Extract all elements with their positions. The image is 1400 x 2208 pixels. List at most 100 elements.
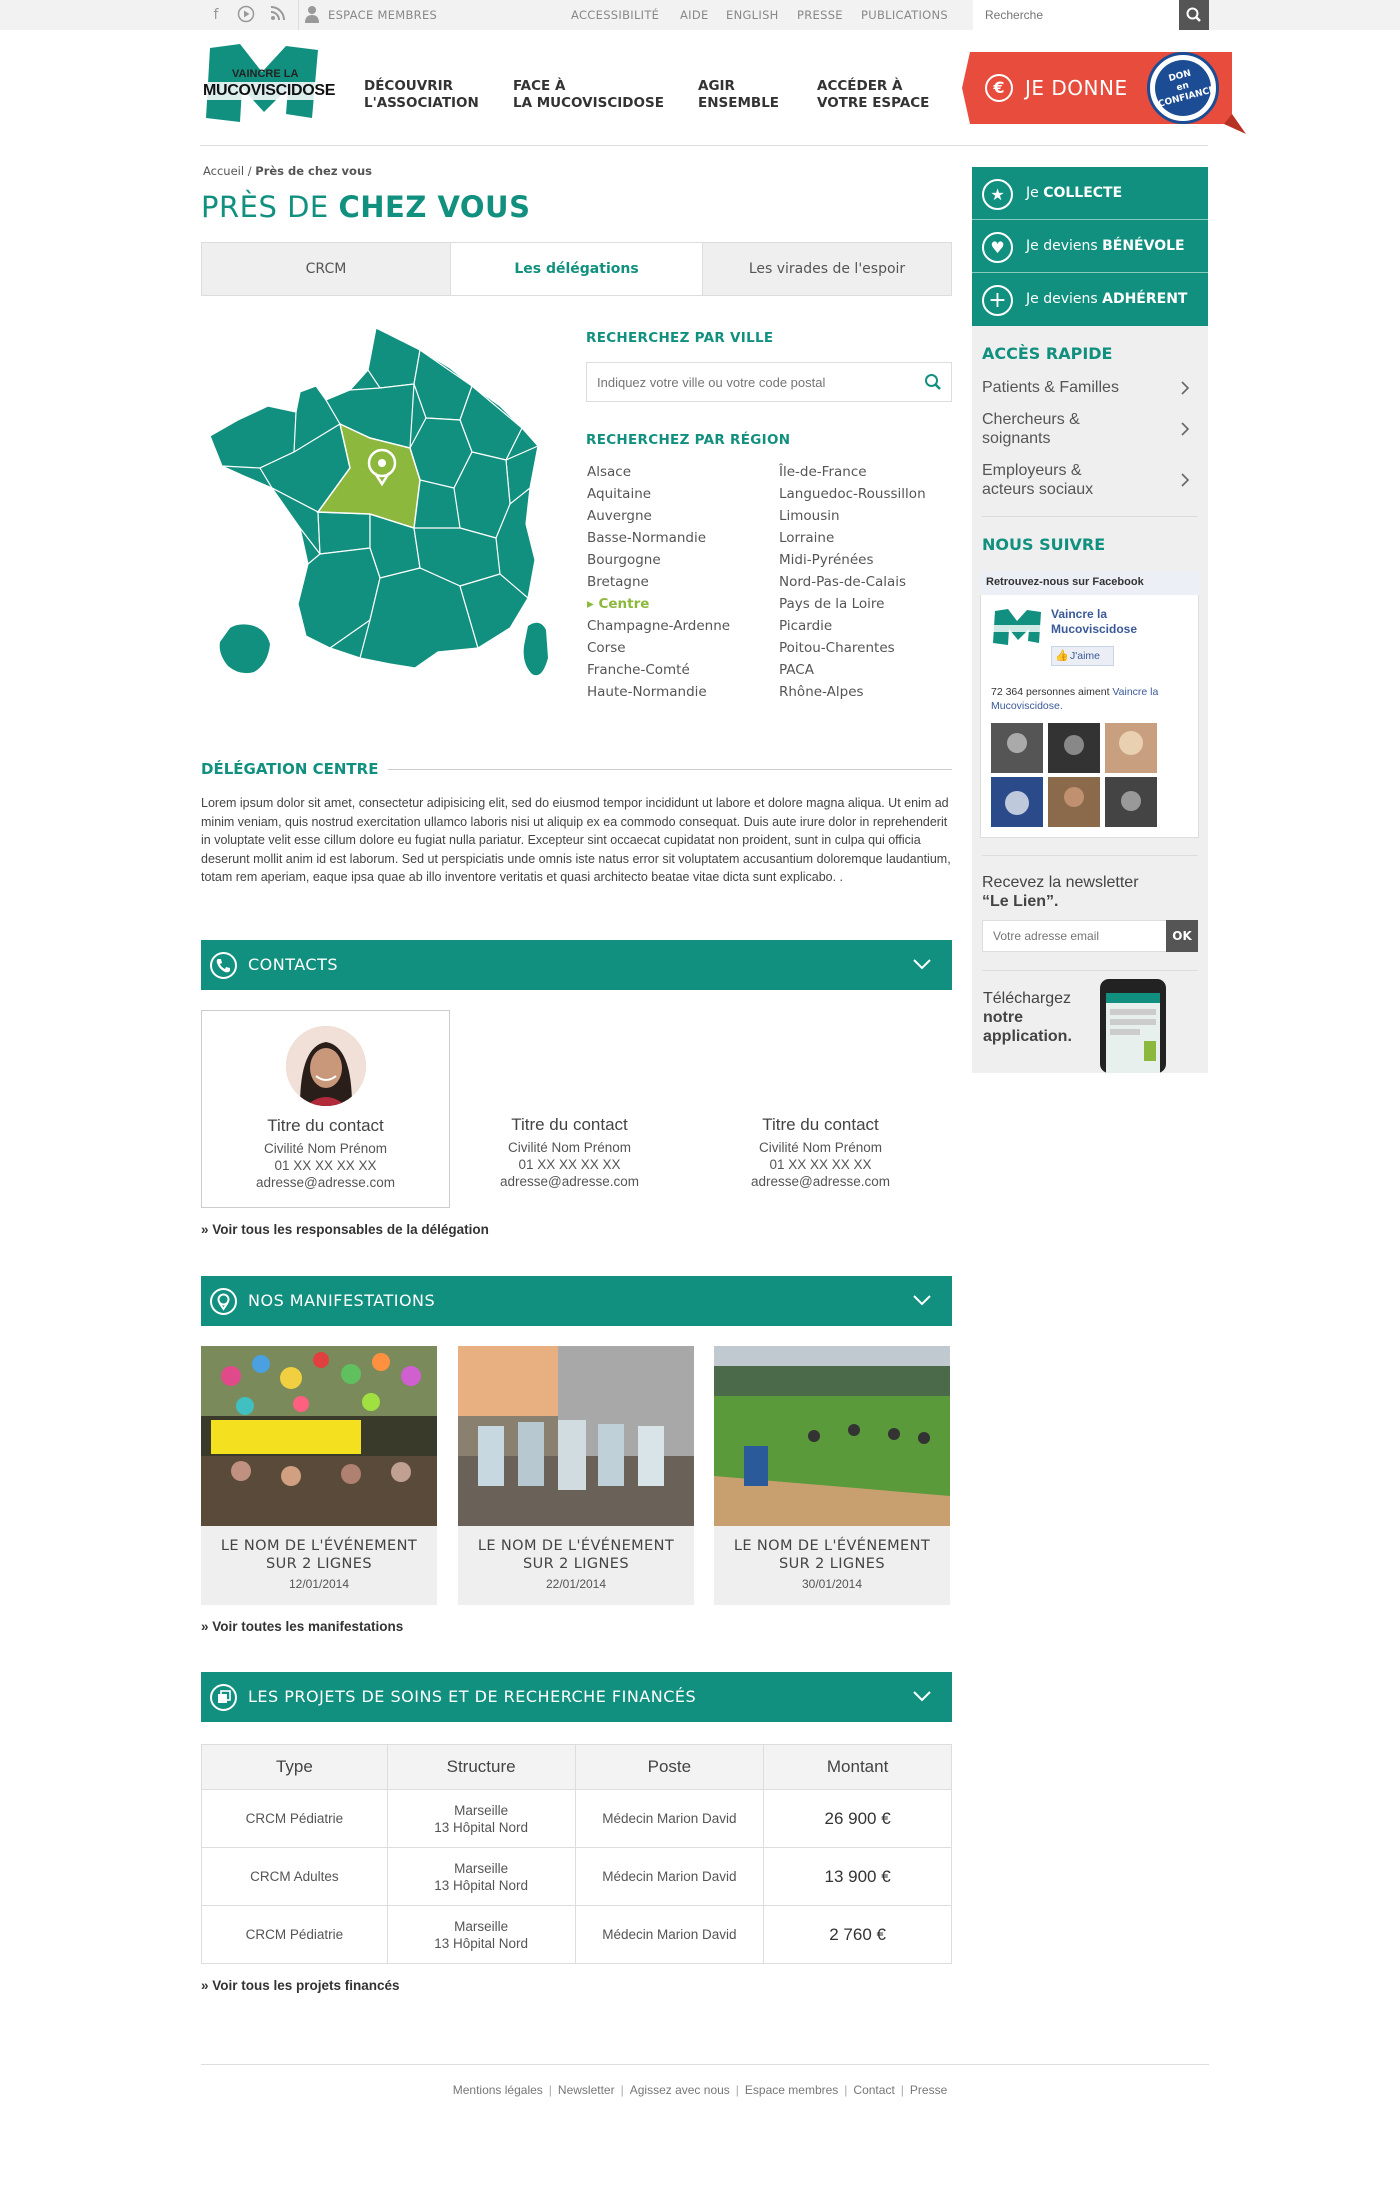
press-link[interactable]: PRESSE bbox=[797, 8, 843, 22]
region-link[interactable]: Champagne-Ardenne bbox=[587, 618, 730, 634]
newsletter-box bbox=[982, 920, 1168, 952]
quick-link-researchers[interactable]: Chercheurs & soignants bbox=[982, 410, 1198, 448]
projects-accordion[interactable]: LES PROJETS DE SOINS ET DE RECHERCHE FIN… bbox=[201, 1672, 952, 1722]
search-region-label: RECHERCHEZ PAR RÉGION bbox=[586, 432, 791, 448]
quick-link-patients[interactable]: Patients & Familles bbox=[982, 378, 1198, 398]
header-divider bbox=[200, 145, 1208, 146]
top-utility-bar: f ESPACE MEMBRES ACCESSIBILITÉ AIDE ENGL… bbox=[0, 0, 1400, 30]
facebook-icon[interactable]: f bbox=[206, 5, 226, 25]
contacts-label: CONTACTS bbox=[248, 955, 339, 974]
region-link[interactable]: Basse-Normandie bbox=[587, 530, 706, 546]
nav-discover[interactable]: DÉCOUVRIR L'ASSOCIATION bbox=[364, 78, 479, 112]
facebook-like-button[interactable]: 👍 J'aime bbox=[1051, 646, 1114, 666]
region-link[interactable]: Rhône-Alpes bbox=[779, 684, 864, 700]
region-link[interactable]: Franche-Comté bbox=[587, 662, 690, 678]
region-link[interactable]: Corse bbox=[587, 640, 626, 656]
logo-text-bottom: MUCOVISCIDOSE bbox=[202, 82, 337, 100]
publications-link[interactable]: PUBLICATIONS bbox=[861, 8, 948, 22]
help-link[interactable]: AIDE bbox=[680, 8, 709, 22]
facebook-page-name[interactable]: Vaincre la Mucoviscidose bbox=[1051, 607, 1137, 637]
all-projects-link[interactable]: » Voir tous les projets financés bbox=[201, 1978, 400, 1993]
tab-delegations[interactable]: Les délégations bbox=[450, 242, 703, 296]
all-events-link[interactable]: » Voir toutes les manifestations bbox=[201, 1619, 403, 1634]
nav-access-space[interactable]: ACCÉDER À VOTRE ESPACE bbox=[817, 78, 929, 112]
region-link[interactable]: Pays de la Loire bbox=[779, 596, 884, 612]
member-button[interactable]: + Je deviens ADHÉRENT bbox=[972, 273, 1208, 326]
region-link[interactable]: Bretagne bbox=[587, 574, 649, 590]
region-link[interactable]: Haute-Normandie bbox=[587, 684, 707, 700]
column-header: Poste bbox=[574, 1744, 765, 1790]
don-en-confiance-badge: DON en CONFIANCE bbox=[1147, 52, 1219, 124]
donate-button[interactable]: € JE DONNE DON en CONFIANCE bbox=[962, 52, 1246, 134]
column-header: Type bbox=[201, 1744, 388, 1790]
city-search-box bbox=[586, 362, 952, 402]
cell-type: CRCM Pédiatrie bbox=[201, 1905, 388, 1964]
event-card[interactable]: LE NOM DE L'ÉVÉNEMENT SUR 2 LIGNES 12/01… bbox=[201, 1346, 437, 1605]
thumbs-up-icon: 👍 bbox=[1055, 650, 1069, 662]
footer-link[interactable]: Espace membres bbox=[745, 2083, 838, 2097]
english-link[interactable]: ENGLISH bbox=[726, 8, 779, 22]
all-contacts-link[interactable]: » Voir tous les responsables de la délég… bbox=[201, 1222, 489, 1237]
city-search-input[interactable] bbox=[587, 363, 907, 401]
region-link[interactable]: Lorraine bbox=[779, 530, 834, 546]
region-link[interactable]: Midi-Pyrénées bbox=[779, 552, 873, 568]
footer-link[interactable]: Presse bbox=[910, 2083, 947, 2097]
footer-link[interactable]: Agissez avec nous bbox=[630, 2083, 730, 2097]
nav-act[interactable]: AGIR ENSEMBLE bbox=[698, 78, 779, 112]
tab-crcm[interactable]: CRCM bbox=[201, 242, 451, 296]
chevron-right-icon bbox=[1181, 381, 1190, 395]
region-link[interactable]: Alsace bbox=[587, 464, 631, 480]
region-link[interactable]: Limousin bbox=[779, 508, 840, 524]
tab-virades[interactable]: Les virades de l'espoir bbox=[702, 242, 952, 296]
contact-card: Titre du contact Civilité Nom Prénom 01 … bbox=[696, 1010, 945, 1208]
region-link[interactable]: Aquitaine bbox=[587, 486, 651, 502]
table-row: CRCM Adultes Marseille 13 Hôpital Nord Méde… bbox=[201, 1847, 952, 1906]
region-link[interactable]: Nord-Pas-de-Calais bbox=[779, 574, 906, 590]
newsletter-submit-button[interactable]: OK bbox=[1166, 920, 1198, 952]
events-accordion[interactable]: NOS MANIFESTATIONS bbox=[201, 1276, 952, 1326]
region-link[interactable]: Languedoc-Roussillon bbox=[779, 486, 926, 502]
facebook-like-count: 72 364 personnes aiment Vaincre la Mucov… bbox=[991, 686, 1159, 712]
facebook-page-logo[interactable] bbox=[991, 609, 1044, 647]
contact-email[interactable]: adresse@adresse.com bbox=[445, 1174, 694, 1189]
france-map[interactable] bbox=[209, 327, 555, 698]
region-link[interactable]: PACA bbox=[779, 662, 814, 678]
facebook-fan-photos[interactable] bbox=[991, 723, 1157, 827]
newsletter-email-input[interactable] bbox=[983, 921, 1163, 951]
region-link[interactable]: Auvergne bbox=[587, 508, 652, 524]
footer-link[interactable]: Mentions légales bbox=[453, 2083, 543, 2097]
footer-link[interactable]: Newsletter bbox=[558, 2083, 615, 2097]
top-search-input[interactable] bbox=[973, 0, 1153, 30]
volunteer-button[interactable]: ♥ Je deviens BÉNÉVOLE bbox=[972, 220, 1208, 273]
footer-link[interactable]: Contact bbox=[853, 2083, 894, 2097]
user-icon[interactable] bbox=[302, 5, 322, 25]
smartphone-app-image[interactable] bbox=[1098, 979, 1168, 1073]
region-link[interactable]: Bourgogne bbox=[587, 552, 661, 568]
site-logo[interactable]: VAINCRE LA MUCOVISCIDOSE bbox=[200, 44, 337, 126]
cell-structure: Marseille 13 Hôpital Nord bbox=[386, 1905, 576, 1964]
contacts-accordion[interactable]: CONTACTS bbox=[201, 940, 952, 990]
collect-button[interactable]: ★ Je COLLECTE bbox=[972, 167, 1208, 220]
breadcrumb-home[interactable]: Accueil bbox=[203, 164, 244, 178]
chevron-right-icon bbox=[1181, 422, 1190, 436]
accessibility-link[interactable]: ACCESSIBILITÉ bbox=[571, 8, 659, 22]
contact-email[interactable]: adresse@adresse.com bbox=[202, 1175, 449, 1190]
column-header: Montant bbox=[763, 1744, 952, 1790]
app-download-title[interactable]: Téléchargez notre application. bbox=[983, 989, 1072, 1046]
region-link[interactable]: Île-de-France bbox=[779, 464, 867, 480]
region-link[interactable]: ▸ Centre bbox=[587, 596, 649, 612]
event-card[interactable]: LE NOM DE L'ÉVÉNEMENT SUR 2 LIGNES 30/01… bbox=[714, 1346, 950, 1605]
play-icon[interactable] bbox=[236, 5, 256, 25]
top-search-button[interactable] bbox=[1179, 0, 1209, 30]
search-icon[interactable] bbox=[923, 372, 943, 392]
members-area-link[interactable]: ESPACE MEMBRES bbox=[328, 8, 437, 22]
region-link[interactable]: Picardie bbox=[779, 618, 832, 634]
event-card[interactable]: LE NOM DE L'ÉVÉNEMENT SUR 2 LIGNES 22/01… bbox=[458, 1346, 694, 1605]
rss-icon[interactable] bbox=[268, 5, 288, 25]
region-link[interactable]: Poitou-Charentes bbox=[779, 640, 895, 656]
heart-icon: ♥ bbox=[982, 232, 1013, 263]
contact-email[interactable]: adresse@adresse.com bbox=[696, 1174, 945, 1189]
nav-disease[interactable]: FACE À LA MUCOVISCIDOSE bbox=[513, 78, 664, 112]
quick-link-employers[interactable]: Employeurs & acteurs sociaux bbox=[982, 461, 1198, 499]
delegation-title: DÉLÉGATION CENTRE bbox=[201, 760, 379, 778]
